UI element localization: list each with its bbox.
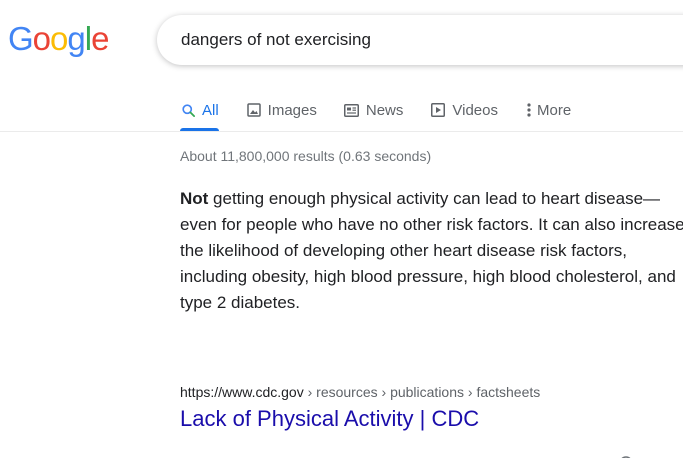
tab-label: Videos bbox=[452, 101, 498, 119]
tab-images[interactable]: Images bbox=[246, 90, 317, 130]
search-results-page: Google All Images News Videos bbox=[0, 0, 683, 458]
search-input[interactable] bbox=[181, 15, 681, 65]
tab-label: More bbox=[536, 101, 572, 119]
tabs-divider bbox=[0, 131, 683, 132]
more-vertical-icon bbox=[525, 102, 533, 118]
result-url-breadcrumb: › resources › publications › factsheets bbox=[303, 384, 541, 400]
image-icon bbox=[246, 102, 262, 118]
logo-letter: o bbox=[32, 20, 51, 57]
snippet-text: getting enough physical activity can lea… bbox=[180, 189, 683, 312]
result-title-link[interactable]: Lack of Physical Activity | CDC bbox=[180, 406, 479, 432]
search-box[interactable] bbox=[157, 15, 683, 65]
video-icon bbox=[430, 102, 446, 118]
logo-letter: g bbox=[67, 20, 85, 57]
logo-letter: G bbox=[8, 20, 34, 57]
news-icon bbox=[344, 102, 360, 118]
result-url-host: https://www.cdc.gov bbox=[180, 384, 304, 400]
snippet-bold-lead: Not bbox=[180, 189, 209, 208]
google-logo[interactable]: Google bbox=[8, 20, 109, 57]
search-tabs: All Images News Videos More bbox=[180, 90, 598, 132]
tab-news[interactable]: News bbox=[344, 90, 404, 130]
tab-label: Images bbox=[267, 101, 317, 119]
tab-all[interactable]: All bbox=[180, 90, 219, 131]
tab-more[interactable]: More bbox=[525, 90, 571, 130]
tab-label: All bbox=[202, 101, 219, 119]
logo-letter: o bbox=[50, 20, 68, 57]
logo-letter: e bbox=[91, 20, 109, 57]
featured-snippet: Not getting enough physical activity can… bbox=[180, 186, 683, 316]
tab-videos[interactable]: Videos bbox=[430, 90, 498, 130]
result-url[interactable]: https://www.cdc.gov › resources › public… bbox=[180, 384, 540, 400]
result-stats: About 11,800,000 results (0.63 seconds) bbox=[180, 148, 432, 164]
partial-icon bbox=[618, 450, 648, 458]
search-icon bbox=[180, 102, 196, 118]
tab-label: News bbox=[365, 101, 404, 119]
